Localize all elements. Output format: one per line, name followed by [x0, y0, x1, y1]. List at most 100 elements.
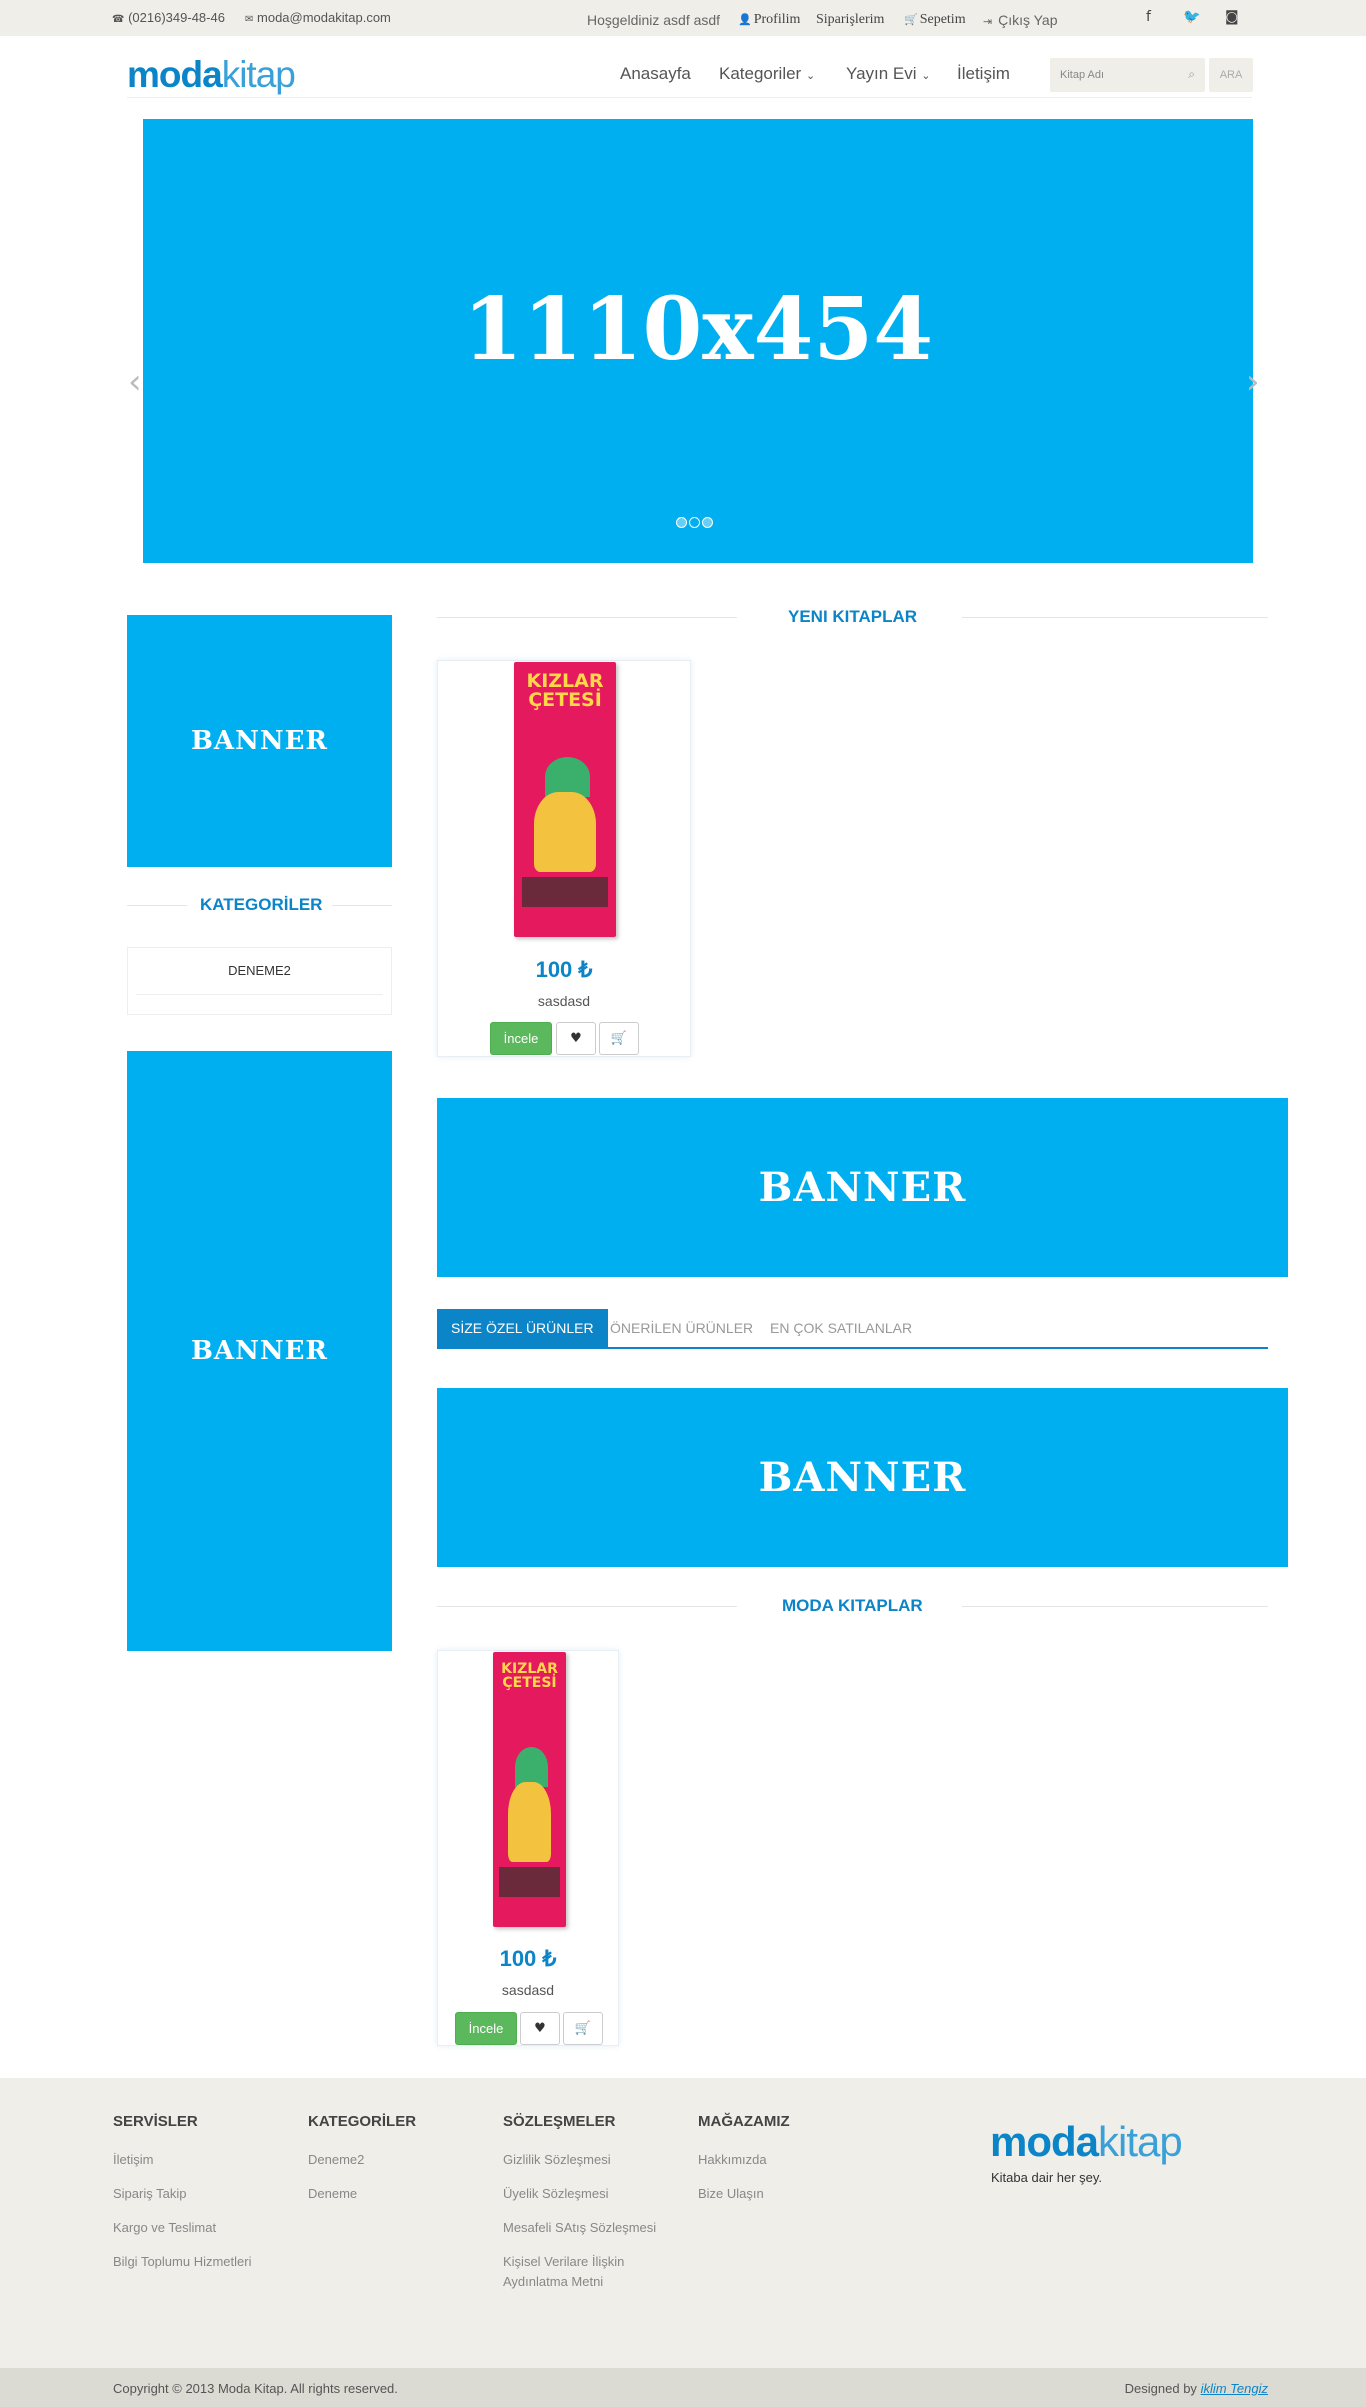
category-list: DENEME2 — [127, 947, 392, 1015]
inspect-button[interactable]: İncele — [490, 1022, 552, 1055]
add-to-cart-icon[interactable]: 🛒 — [599, 1022, 639, 1055]
designed-by-label: Designed by — [1124, 2381, 1197, 2396]
top-bar: ☎ (0216)349-48-46 ✉ moda@modakitap.com H… — [0, 0, 1366, 36]
cover-art — [514, 1747, 548, 1787]
product-price: 100 ₺ — [499, 1946, 557, 1971]
footer-link[interactable]: Hakkımızda — [698, 2150, 790, 2170]
footer-link[interactable]: Mesafeli SAtış Sözleşmesi — [503, 2218, 678, 2238]
designer-link[interactable]: iklim Tengiz — [1201, 2381, 1268, 2396]
categories-title: KATEGORİLER — [200, 895, 323, 914]
tab-special-products[interactable]: SİZE ÖZEL ÜRÜNLER — [437, 1309, 608, 1347]
envelope-icon: ✉ — [245, 14, 254, 25]
add-to-cart-icon[interactable]: 🛒 — [563, 2012, 603, 2045]
tab-bestsellers[interactable]: EN ÇOK SATILANLAR — [756, 1309, 926, 1347]
logout-link[interactable]: ⇥ Çıkış Yap — [983, 12, 1058, 28]
phone-text: (0216)349-48-46 — [128, 10, 225, 25]
footer-link[interactable]: Bilgi Toplumu Hizmetleri — [113, 2252, 251, 2272]
cart-icon: 🛒 — [904, 13, 918, 26]
slider-prev-arrow-icon[interactable]: ‹ — [128, 362, 142, 402]
cart-link[interactable]: 🛒 Sepetim — [904, 12, 966, 28]
main-banner-a[interactable]: BANNER — [437, 1098, 1288, 1277]
footer-column-title: SERVİSLER — [113, 2113, 198, 2130]
designed-by: Designed by iklim Tengiz — [1125, 2381, 1268, 2396]
footer-column-agreements: SÖZLEŞMELER Gizlilik Sözleşmesi Üyelik S… — [503, 2113, 678, 2306]
sign-out-icon: ⇥ — [983, 15, 993, 28]
tab-recommended[interactable]: ÖNERİLEN ÜRÜNLER — [596, 1309, 767, 1347]
sidebar-banner-top[interactable]: BANNER — [127, 615, 392, 867]
category-item[interactable]: DENEME2 — [136, 948, 383, 995]
product-card[interactable]: KIZLAR ÇETESİ 100 ₺ sasdasd İncele ♥ 🛒 — [437, 660, 691, 1057]
footer-link[interactable]: Üyelik Sözleşmesi — [503, 2184, 678, 2204]
footer-column-title: SÖZLEŞMELER — [503, 2113, 616, 2130]
favorite-heart-icon[interactable]: ♥ — [520, 2012, 560, 2045]
site-logo[interactable]: modakitap — [127, 54, 296, 96]
logout-label: Çıkış Yap — [998, 12, 1058, 28]
copyright-text: Copyright © 2013 Moda Kitap. All rights … — [113, 2381, 398, 2396]
slider-dots — [676, 515, 715, 531]
footer-link[interactable]: Sipariş Takip — [113, 2184, 251, 2204]
footer-link[interactable]: Kişisel Verilare İlişkin Aydınlatma Metn… — [503, 2252, 678, 2292]
footer-link[interactable]: Bize Ulaşın — [698, 2184, 790, 2204]
inspect-button[interactable]: İncele — [455, 2012, 517, 2045]
product-name[interactable]: sasdasd — [438, 993, 690, 1009]
categories-heading: KATEGORİLER — [127, 895, 392, 915]
footer-tagline: Kitaba dair her şey. — [991, 2170, 1103, 2185]
search-placeholder: Kitap Adı — [1060, 69, 1105, 81]
instagram-icon[interactable]: ◙ — [1225, 9, 1239, 25]
nav-categories-label: Kategoriler — [719, 64, 802, 83]
header: modakitap Anasayfa Kategoriler ⌄ Yayın E… — [127, 36, 1253, 98]
footer-column-services: SERVİSLER İletişim Sipariş Takip Kargo v… — [113, 2113, 251, 2286]
divider — [332, 905, 392, 906]
slider-next-arrow-icon[interactable]: › — [1246, 362, 1260, 402]
moda-books-heading: MODA KITAPLAR — [437, 1596, 1268, 1616]
product-card[interactable]: KIZLAR ÇETESİ 100 ₺ sasdasd İncele ♥ 🛒 — [437, 1650, 619, 2046]
divider — [127, 905, 187, 906]
main-banner-b[interactable]: BANNER — [437, 1388, 1288, 1567]
divider — [437, 617, 737, 618]
hero-slider: 1110x454 — [143, 119, 1253, 563]
facebook-icon[interactable]: f — [1146, 9, 1151, 25]
footer-link[interactable]: Deneme2 — [308, 2150, 416, 2170]
orders-link[interactable]: Siparişlerim — [816, 12, 884, 28]
favorite-heart-icon[interactable]: ♥ — [556, 1022, 596, 1055]
phone-icon: ☎ — [112, 14, 125, 25]
footer-column-title: KATEGORİLER — [308, 2113, 417, 2130]
slider-placeholder-text: 1110x454 — [462, 279, 934, 380]
slider-dot[interactable] — [702, 517, 713, 528]
phone-info: ☎ (0216)349-48-46 — [112, 10, 225, 25]
footer-column-store: MAĞAZAMIZ Hakkımızda Bize Ulaşın — [698, 2113, 790, 2218]
nav-contact[interactable]: İletişim — [957, 64, 1010, 84]
search-input[interactable]: Kitap Adı ⌕ — [1050, 58, 1205, 92]
profile-link[interactable]: 👤 Profilim — [738, 12, 800, 28]
footer-logo[interactable]: modakitap — [990, 2118, 1183, 2166]
new-books-heading: YENI KITAPLAR — [437, 607, 1268, 627]
divider — [962, 1606, 1268, 1607]
logo-kitap: kitap — [221, 54, 296, 95]
slider-dot[interactable] — [689, 517, 700, 528]
logo-moda: moda — [990, 2118, 1099, 2165]
slider-dot[interactable] — [676, 517, 687, 528]
chevron-down-icon: ⌄ — [921, 69, 931, 82]
sidebar-banner-bottom[interactable]: BANNER — [127, 1051, 392, 1651]
footer-link[interactable]: Gizlilik Sözleşmesi — [503, 2150, 678, 2170]
nav-publishers[interactable]: Yayın Evi ⌄ — [846, 64, 931, 84]
email-text: moda@modakitap.com — [257, 10, 391, 25]
nav-home[interactable]: Anasayfa — [620, 64, 691, 84]
cart-label: Sepetim — [919, 12, 966, 27]
footer-link[interactable]: İletişim — [113, 2150, 251, 2170]
twitter-icon[interactable]: 🐦 — [1183, 9, 1200, 25]
book-cover-image[interactable]: KIZLAR ÇETESİ — [493, 1652, 566, 1927]
product-tabs: SİZE ÖZEL ÜRÜNLER ÖNERİLEN ÜRÜNLER EN ÇO… — [437, 1309, 1268, 1349]
book-cover-image[interactable]: KIZLAR ÇETESİ — [514, 662, 616, 937]
footer: SERVİSLER İletişim Sipariş Takip Kargo v… — [0, 2078, 1366, 2368]
nav-categories[interactable]: Kategoriler ⌄ — [719, 64, 815, 84]
nav-publishers-label: Yayın Evi — [846, 64, 917, 83]
divider — [962, 617, 1268, 618]
footer-link[interactable]: Deneme — [308, 2184, 416, 2204]
profile-label: Profilim — [753, 12, 801, 27]
email-info[interactable]: ✉ moda@modakitap.com — [245, 10, 391, 25]
logo-kitap: kitap — [1098, 2118, 1183, 2165]
product-name[interactable]: sasdasd — [438, 1982, 618, 1998]
footer-link[interactable]: Kargo ve Teslimat — [113, 2218, 251, 2238]
search-button[interactable]: ARA — [1209, 58, 1253, 92]
